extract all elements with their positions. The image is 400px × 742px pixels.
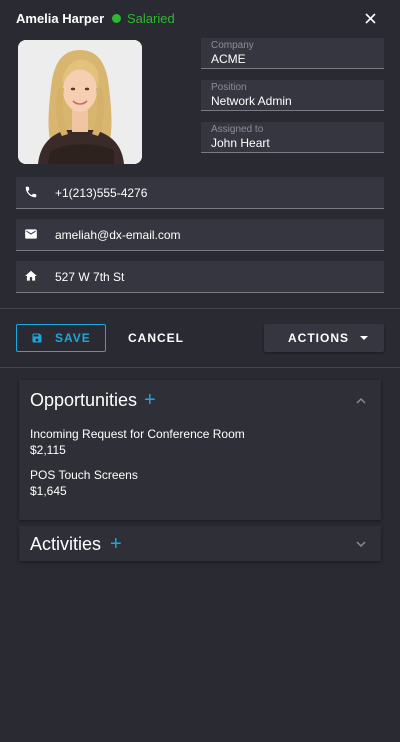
avatar-photo bbox=[18, 40, 142, 164]
divider-bottom bbox=[0, 367, 400, 368]
floppy-disk-icon bbox=[32, 333, 42, 343]
phone-value: +1(213)555-4276 bbox=[55, 186, 148, 200]
position-value: Network Admin bbox=[211, 94, 292, 108]
chevron-up-icon[interactable] bbox=[355, 395, 367, 407]
list-item[interactable]: Incoming Request for Conference Room $2,… bbox=[30, 427, 245, 457]
status-dot-icon bbox=[112, 14, 121, 23]
add-opportunity-icon[interactable]: + bbox=[144, 390, 156, 410]
actions-label: ACTIONS bbox=[288, 331, 349, 345]
position-field[interactable]: Position Network Admin bbox=[201, 80, 384, 111]
opportunity-amount: $1,645 bbox=[30, 484, 67, 498]
opportunities-title: Opportunities bbox=[30, 390, 138, 410]
address-field[interactable]: 527 W 7th St bbox=[16, 261, 384, 293]
opportunities-card: Opportunities + Incoming Request for Con… bbox=[19, 380, 381, 520]
activities-card: Activities + bbox=[19, 526, 381, 561]
cancel-label: CANCEL bbox=[128, 331, 184, 345]
assigned-to-label: Assigned to bbox=[211, 124, 264, 135]
avatar bbox=[18, 40, 142, 164]
list-item[interactable]: POS Touch Screens $1,645 bbox=[30, 468, 138, 498]
phone-icon bbox=[25, 186, 37, 198]
assigned-to-value: John Heart bbox=[211, 136, 270, 150]
divider-top bbox=[0, 308, 400, 309]
home-icon bbox=[25, 270, 37, 281]
caret-down-icon bbox=[360, 336, 368, 340]
save-button[interactable]: SAVE bbox=[16, 324, 106, 352]
assigned-to-field[interactable]: Assigned to John Heart bbox=[201, 122, 384, 153]
cancel-button[interactable]: CANCEL bbox=[118, 324, 194, 352]
opportunity-amount: $2,115 bbox=[30, 443, 66, 457]
address-value: 527 W 7th St bbox=[55, 270, 125, 284]
email-field[interactable]: ameliah@dx-email.com bbox=[16, 219, 384, 251]
activities-title: Activities bbox=[30, 534, 102, 554]
opportunity-name: Incoming Request for Conference Room bbox=[30, 427, 245, 441]
company-value: ACME bbox=[211, 52, 246, 66]
contact-name: Amelia Harper bbox=[16, 11, 105, 26]
close-icon bbox=[364, 12, 376, 24]
actions-dropdown-button[interactable]: ACTIONS bbox=[264, 324, 384, 352]
save-label: SAVE bbox=[55, 331, 91, 345]
phone-field[interactable]: +1(213)555-4276 bbox=[16, 177, 384, 209]
status-badge: Salaried bbox=[112, 11, 175, 26]
company-label: Company bbox=[211, 40, 254, 51]
add-activity-icon[interactable]: + bbox=[110, 534, 122, 554]
mail-icon bbox=[25, 229, 37, 239]
status-label: Salaried bbox=[127, 11, 175, 26]
panel-header: Amelia Harper Salaried bbox=[16, 10, 384, 28]
chevron-down-icon[interactable] bbox=[355, 538, 367, 550]
company-field[interactable]: Company ACME bbox=[201, 38, 384, 69]
position-label: Position bbox=[211, 82, 247, 93]
contact-panel: Amelia Harper Salaried Company ACME Posi… bbox=[0, 0, 400, 742]
close-button[interactable] bbox=[362, 8, 378, 28]
opportunity-name: POS Touch Screens bbox=[30, 468, 138, 482]
email-value: ameliah@dx-email.com bbox=[55, 228, 181, 242]
